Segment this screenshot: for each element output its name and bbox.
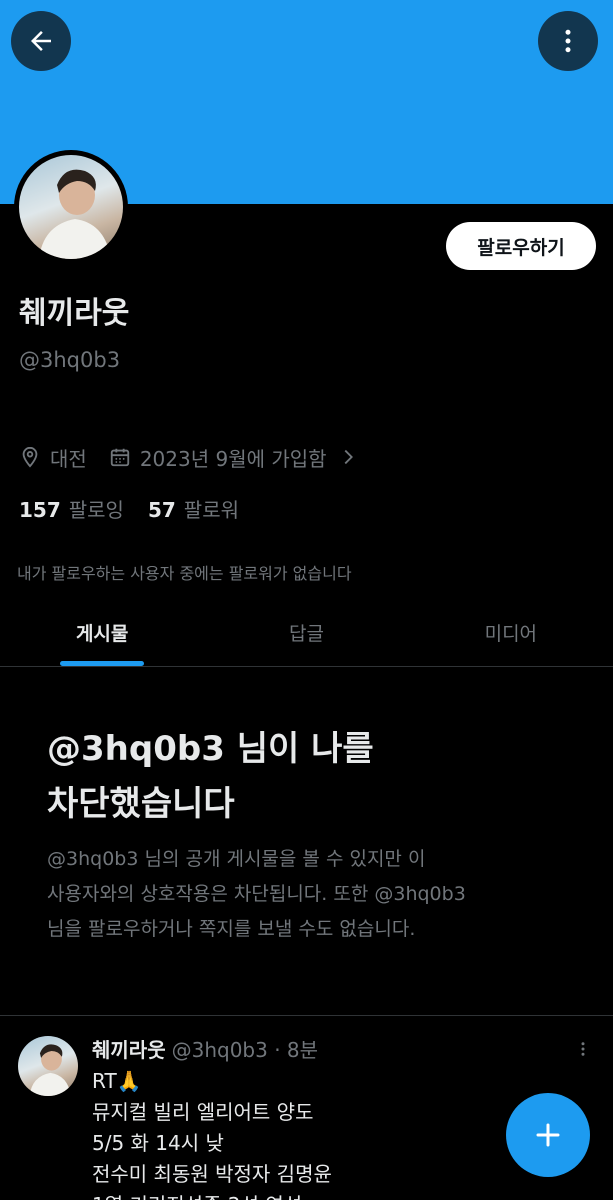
divider xyxy=(0,1015,613,1016)
blocked-desc-line2: 사용자와의 상호작용은 차단됩니다. 또한 @3hq0b3 xyxy=(47,883,466,905)
tweet-line: RT🙏 xyxy=(92,1069,142,1093)
profile-tabs: 게시물 답글 미디어 xyxy=(0,598,613,667)
blocked-description: @3hq0b3 님의 공개 게시물을 볼 수 있지만 이 사용자와의 상호작용은… xyxy=(47,842,567,947)
blocked-desc-line3: 님을 팔로우하거나 쪽지를 보낼 수도 없습니다. xyxy=(47,918,416,940)
tweet-more-button[interactable] xyxy=(572,1036,594,1062)
followers-link[interactable]: 57 팔로워 xyxy=(148,494,239,523)
following-link[interactable]: 157 팔로잉 xyxy=(19,494,124,523)
profile-handle: @3hq0b3 xyxy=(19,348,121,372)
more-options-button[interactable] xyxy=(538,11,598,71)
following-count: 157 xyxy=(19,498,61,522)
blocked-title: @3hq0b3 님이 나를 차단했습니다 xyxy=(47,722,567,832)
tweet-text: RT🙏 뮤지컬 빌리 엘리어트 양도 5/5 화 14시 낮 전수미 최동원 박… xyxy=(92,1066,492,1200)
blocked-desc-line1: @3hq0b3 님의 공개 게시물을 볼 수 있지만 이 xyxy=(47,848,426,870)
plus-icon xyxy=(536,1123,560,1147)
profile-avatar[interactable] xyxy=(14,150,128,264)
no-mutual-followers-text: 내가 팔로우하는 사용자 중에는 팔로워가 없습니다 xyxy=(17,564,352,583)
profile-display-name: 췌끼라웃 xyxy=(19,296,130,331)
follow-stats: 157 팔로잉 57 팔로워 xyxy=(19,494,239,523)
compose-button[interactable] xyxy=(506,1093,590,1177)
tweet-author-name[interactable]: 췌끼라웃 xyxy=(92,1034,166,1063)
tweet-line: 1열 기리지석중 2석 연석 xyxy=(92,1190,492,1200)
tab-posts[interactable]: 게시물 xyxy=(0,598,204,666)
follow-button-label: 팔로우하기 xyxy=(477,236,565,259)
tab-replies[interactable]: 답글 xyxy=(204,598,408,666)
tweet-line: 뮤지컬 빌리 엘리어트 양도 xyxy=(92,1100,314,1124)
more-vertical-icon xyxy=(581,1042,585,1056)
avatar-image xyxy=(19,155,123,259)
tweet-line: 전수미 최동원 박정자 김명윤 xyxy=(92,1162,332,1186)
tweet-line: 5/5 화 14시 낮 xyxy=(92,1131,224,1155)
follow-button[interactable]: 팔로우하기 xyxy=(446,222,596,270)
following-label: 팔로잉 xyxy=(68,498,124,522)
blocked-title-line1: @3hq0b3 님이 나를 xyxy=(47,729,374,769)
profile-join-date: 2023년 9월에 가입함 xyxy=(139,446,327,471)
profile-location: 대전 xyxy=(50,446,87,471)
tweet-meta: @3hq0b3 · 8분 xyxy=(171,1038,319,1062)
tab-media[interactable]: 미디어 xyxy=(409,598,613,666)
back-button[interactable] xyxy=(11,11,71,71)
location-pin-icon xyxy=(19,446,41,468)
profile-meta: 대전 2023년 9월에 가입함 xyxy=(19,442,368,472)
tweet-header: 췌끼라웃 @3hq0b3 · 8분 xyxy=(92,1034,318,1063)
tweet-avatar[interactable] xyxy=(18,1036,78,1096)
chevron-right-icon[interactable] xyxy=(337,446,359,468)
followers-count: 57 xyxy=(147,498,176,522)
followers-label: 팔로워 xyxy=(183,498,239,522)
more-vertical-icon xyxy=(565,29,571,53)
calendar-icon xyxy=(109,446,131,468)
arrow-left-icon xyxy=(31,31,51,51)
blocked-title-line2: 차단했습니다 xyxy=(47,784,235,824)
